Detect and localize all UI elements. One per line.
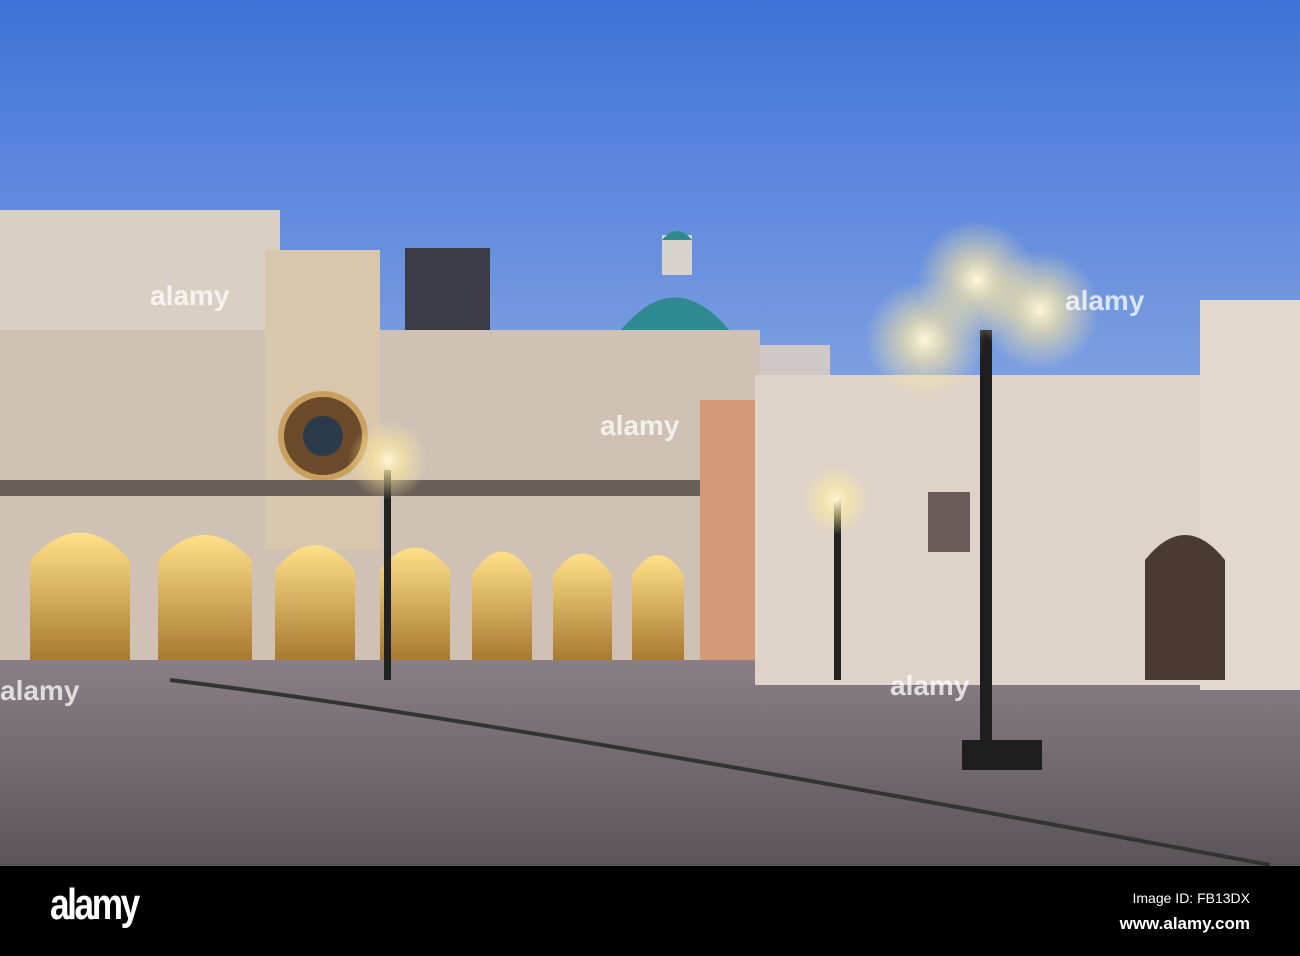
watermark-text: alamy bbox=[600, 410, 680, 441]
medieval-tower bbox=[405, 248, 490, 338]
image-id: Image ID: FB13DX bbox=[1132, 890, 1251, 906]
watermark-text: alamy bbox=[1065, 285, 1145, 316]
alamy-logo: alamy bbox=[50, 880, 140, 929]
stock-photo-page: alamy alamy alamy alamy alamy alamy Imag… bbox=[0, 0, 1300, 956]
footer-bar: alamy Image ID: FB13DX www.alamy.com bbox=[0, 866, 1300, 956]
site-url: www.alamy.com bbox=[1119, 914, 1250, 933]
watermark-text: alamy bbox=[0, 675, 80, 706]
watermark-text: alamy bbox=[890, 670, 970, 701]
watermark-text: alamy bbox=[150, 280, 230, 311]
